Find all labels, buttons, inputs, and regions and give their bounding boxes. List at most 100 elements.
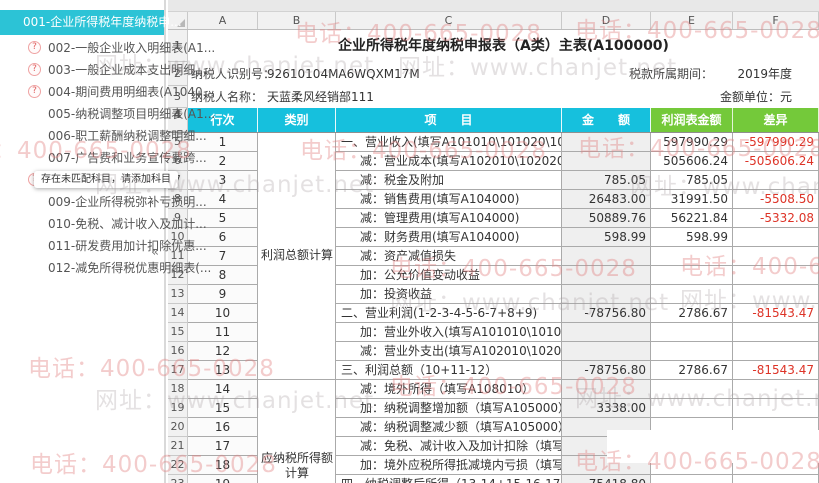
difference-cell[interactable]: -5508.50 (733, 190, 819, 209)
profit-amount-cell[interactable]: 785.05 (651, 171, 733, 190)
category-cell[interactable] (258, 399, 336, 418)
sidebar-item[interactable]: 012-减免所得税优惠明细表(... (0, 257, 211, 279)
difference-cell[interactable] (733, 323, 819, 342)
item-cell[interactable]: 一、营业收入(填写A101010\101020\103000) (336, 133, 562, 152)
line-number-cell[interactable]: 10 (188, 304, 258, 323)
row-number[interactable]: 18 (168, 380, 188, 399)
item-cell[interactable]: 三、利润总额（10+11-12） (336, 361, 562, 380)
profit-amount-cell[interactable]: 31991.50 (651, 190, 733, 209)
profit-amount-cell[interactable]: 2786.67 (651, 304, 733, 323)
category-cell[interactable] (258, 228, 336, 247)
category-cell[interactable] (258, 133, 336, 152)
column-header-d[interactable]: D (562, 12, 651, 29)
difference-cell[interactable]: -597990.29 (733, 133, 819, 152)
item-cell[interactable]: 减：境外所得（填写A108010） (336, 380, 562, 399)
tax-period-label[interactable]: 税款所属期间： (629, 62, 713, 86)
item-cell[interactable]: 减：税金及附加 (336, 171, 562, 190)
line-number-cell[interactable]: 3 (188, 171, 258, 190)
item-cell[interactable]: 加：营业外收入(填写A101010\101020\103000) (336, 323, 562, 342)
profit-amount-cell[interactable] (651, 342, 733, 361)
amount-cell[interactable]: 598.99 (562, 228, 651, 247)
line-number-cell[interactable]: 9 (188, 285, 258, 304)
item-cell[interactable]: 二、营业利润(1-2-3-4-5-6-7+8+9) (336, 304, 562, 323)
row-number[interactable]: 15 (168, 323, 188, 342)
item-cell[interactable]: 加：公允价值变动收益 (336, 266, 562, 285)
item-cell[interactable]: 减：营业外支出(填写A102010\102020\103000) (336, 342, 562, 361)
difference-cell[interactable]: -5332.08 (733, 209, 819, 228)
category-cell[interactable] (258, 266, 336, 285)
line-number-cell[interactable]: 18 (188, 456, 258, 475)
item-cell[interactable]: 加：投资收益 (336, 285, 562, 304)
category-cell[interactable] (258, 171, 336, 190)
category-cell[interactable] (258, 361, 336, 380)
profit-amount-cell[interactable]: 56221.84 (651, 209, 733, 228)
sidebar-item[interactable]: 010-免税、减计收入及加计... (0, 213, 207, 235)
difference-cell[interactable]: -505606.24 (733, 152, 819, 171)
row-number[interactable]: 13 (168, 285, 188, 304)
row-number[interactable]: 22 (168, 456, 188, 475)
item-cell[interactable]: 减：管理费用(填写A104000) (336, 209, 562, 228)
profit-amount-cell[interactable] (651, 323, 733, 342)
sidebar-item[interactable]: ? 004-期间费用明细表(A1040... (0, 81, 214, 103)
profit-amount-cell[interactable] (651, 399, 733, 418)
column-header-a[interactable]: A (188, 12, 258, 29)
profit-amount-cell[interactable]: 597990.29 (651, 133, 733, 152)
header-profit-amount[interactable]: 利润表金额 (651, 108, 733, 132)
category-cell[interactable] (258, 342, 336, 361)
header-item[interactable]: 项 目 (336, 108, 562, 132)
difference-cell[interactable] (733, 342, 819, 361)
tax-period-value[interactable]: 2019年度 (713, 62, 819, 86)
amount-cell[interactable]: 50889.76 (562, 209, 651, 228)
line-number-cell[interactable]: 12 (188, 342, 258, 361)
column-header-c[interactable]: C (336, 12, 562, 29)
collapse-sidebar-button[interactable]: « (146, 243, 164, 263)
line-number-cell[interactable]: 15 (188, 399, 258, 418)
line-number-cell[interactable]: 16 (188, 418, 258, 437)
difference-cell[interactable] (733, 380, 819, 399)
row-number[interactable]: 23 (168, 475, 188, 483)
category-cell[interactable] (258, 380, 336, 399)
category-cell[interactable] (258, 190, 336, 209)
category-cell[interactable] (258, 152, 336, 171)
category-cell[interactable] (258, 209, 336, 228)
difference-cell[interactable] (733, 266, 819, 285)
amount-cell[interactable] (562, 133, 651, 152)
amount-cell[interactable] (562, 342, 651, 361)
sidebar-item[interactable]: 006-职工薪酬纳税调整明细... (0, 125, 207, 147)
row-number[interactable]: 17 (168, 361, 188, 380)
column-header-f[interactable]: F (733, 12, 819, 29)
header-category[interactable]: 类别 (258, 108, 336, 132)
row-number[interactable]: 16 (168, 342, 188, 361)
profit-amount-cell[interactable]: 2786.67 (651, 361, 733, 380)
sidebar-item[interactable]: 007-广告费和业务宣传费跨... (0, 147, 207, 169)
item-cell[interactable]: 减：纳税调整减少额（填写A105000） (336, 418, 562, 437)
item-cell[interactable]: 减：免税、减计收入及加计扣除（填写A107010） (336, 437, 562, 456)
item-cell[interactable]: 减：资产减值损失 (336, 247, 562, 266)
amount-cell[interactable]: -75418.80 (562, 475, 651, 483)
header-difference[interactable]: 差异 (733, 108, 819, 132)
category-cell[interactable] (258, 285, 336, 304)
difference-cell[interactable] (733, 171, 819, 190)
line-number-cell[interactable]: 19 (188, 475, 258, 483)
sidebar-item[interactable]: 009-企业所得税弥补亏损明... (0, 191, 207, 213)
line-number-cell[interactable]: 11 (188, 323, 258, 342)
sidebar-item[interactable]: 011-研发费用加计扣除优惠... (0, 235, 207, 257)
profit-amount-cell[interactable]: 505606.24 (651, 152, 733, 171)
item-cell[interactable]: 加：境外应税所得抵减境内亏损（填写A108000） (336, 456, 562, 475)
page-title[interactable]: 企业所得税年度纳税申报表（A类）主表(A100000) (188, 30, 819, 62)
header-amount[interactable]: 金 额 (562, 108, 651, 132)
profit-amount-cell[interactable]: 598.99 (651, 228, 733, 247)
amount-cell[interactable] (562, 285, 651, 304)
amount-cell[interactable]: 26483.00 (562, 190, 651, 209)
amount-cell[interactable]: -78756.80 (562, 304, 651, 323)
row-number[interactable]: 20 (168, 418, 188, 437)
column-header-b[interactable]: B (258, 12, 336, 29)
profit-amount-cell[interactable] (651, 475, 733, 483)
difference-cell[interactable] (733, 228, 819, 247)
item-cell[interactable]: 减：销售费用(填写A104000) (336, 190, 562, 209)
sidebar-item[interactable]: 001-企业所得税年度纳税申... (0, 10, 182, 35)
sidebar-item[interactable]: ?0存在未匹配科目，请添加科目 (0, 169, 178, 191)
category-cell[interactable] (258, 418, 336, 437)
item-cell[interactable]: 减：营业成本(填写A102010\102020\103000) (336, 152, 562, 171)
amount-cell[interactable] (562, 266, 651, 285)
